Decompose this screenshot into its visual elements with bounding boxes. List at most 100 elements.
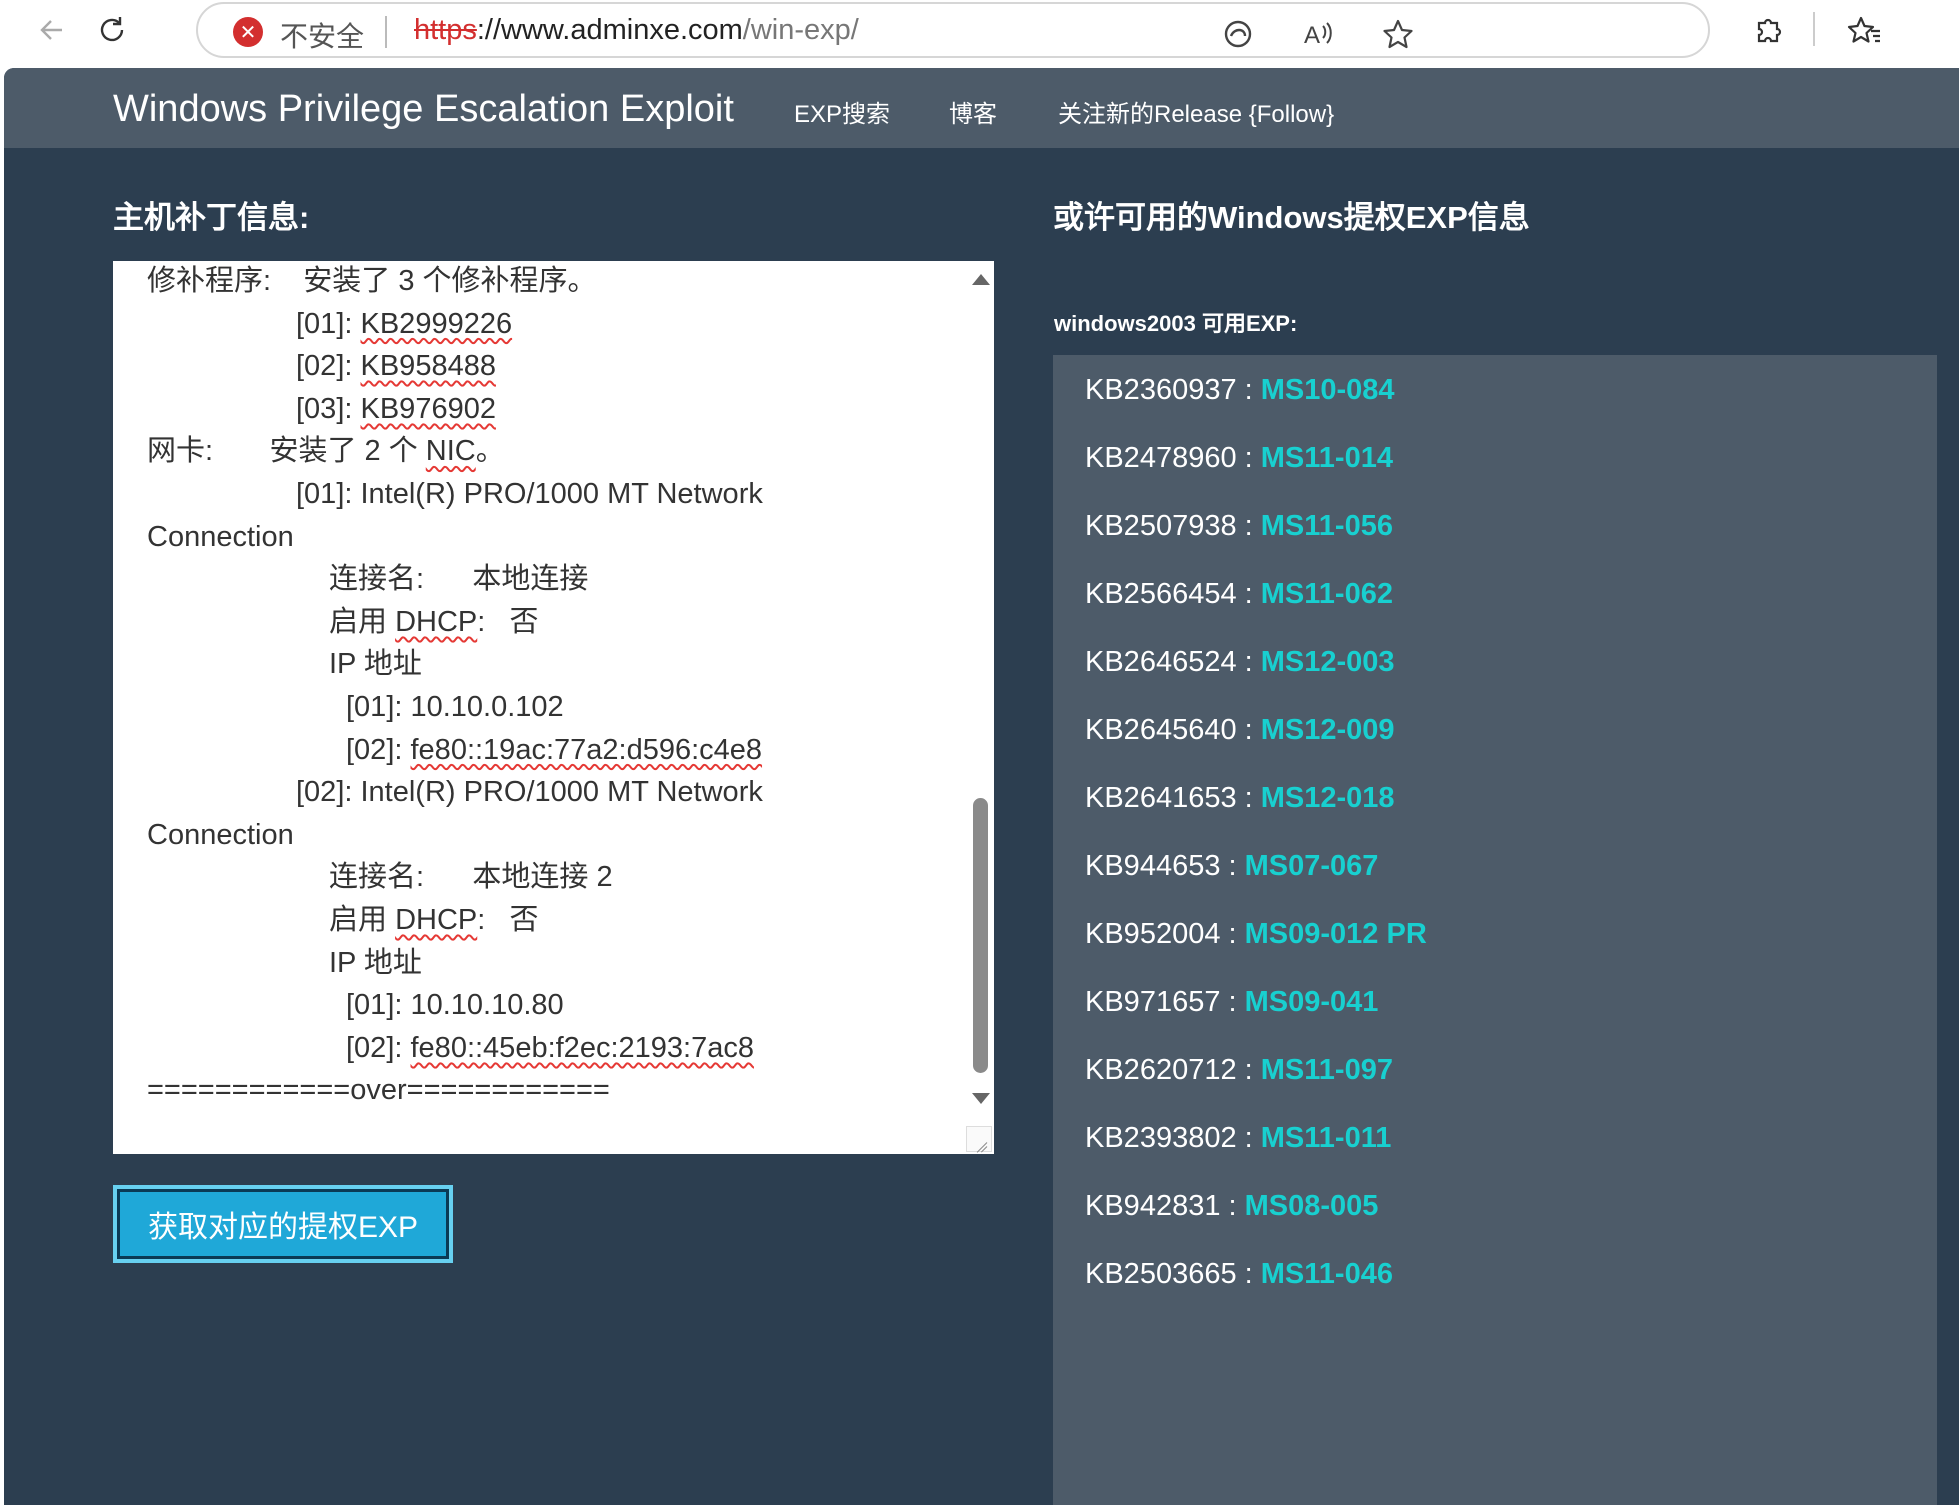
textarea-line: [01]: 10.10.0.102 <box>346 693 564 722</box>
textarea-line-text: 连接名: 本地连接 2 <box>329 861 613 894</box>
exp-kb-id: KB2478960 <box>1085 442 1237 474</box>
textarea-line: 修补程序: 安装了 3 个修补程序。 <box>147 267 597 296</box>
exp-separator: : <box>1236 442 1261 474</box>
exp-separator: : <box>1220 1190 1245 1222</box>
textarea-line-text: 安装了 2 个 <box>213 435 426 468</box>
textarea-line-text: 连接名: 本地连接 <box>329 563 589 596</box>
url-host: ://www.adminxe.com <box>476 14 743 46</box>
exp-kb-id: KB952004 <box>1085 918 1221 950</box>
exp-ms-link[interactable]: MS11-011 <box>1261 1122 1392 1154</box>
extensions-icon[interactable] <box>1748 10 1788 50</box>
site-brand[interactable]: Windows Privilege Escalation Exploit <box>113 88 734 131</box>
textarea-line: ============over============ <box>147 1076 610 1105</box>
exp-kb-id: KB2646524 <box>1085 646 1237 678</box>
textarea-line-text: : 否 <box>477 904 539 936</box>
exp-ms-link[interactable]: MS11-056 <box>1261 510 1393 542</box>
app-available-icon[interactable] <box>1218 14 1258 54</box>
back-button[interactable] <box>32 10 72 50</box>
nav-exp-search[interactable]: EXP搜索 <box>794 94 890 129</box>
exp-separator: : <box>1236 1054 1261 1086</box>
exp-ms-link[interactable]: MS11-014 <box>1261 442 1393 474</box>
exp-kb-id: KB2393802 <box>1085 1122 1237 1154</box>
os-exp-label: windows2003 可用EXP: <box>1054 311 1298 336</box>
patch-info-textarea[interactable]: 修补程序: 安装了 3 个修补程序。 [01]: KB2999226 [02]: K… <box>113 261 994 1154</box>
textarea-line: [02]: KB958488 <box>296 352 496 381</box>
textarea-line: [03]: KB976902 <box>296 392 496 425</box>
exp-ms-link[interactable]: MS12-018 <box>1261 782 1395 814</box>
textarea-line-text: [01]: <box>296 307 361 340</box>
exp-list-item: KB952004 : MS09-012 PR <box>1085 918 1427 951</box>
favorites-icon[interactable] <box>1845 10 1885 50</box>
textarea-line-text: fe80::45eb:f2ec:2193:7ac8 <box>410 1031 754 1064</box>
textarea-line: [02]: fe80::45eb:f2ec:2193:7ac8 <box>346 1031 754 1064</box>
textarea-line-text: ============over============ <box>147 1074 610 1107</box>
textarea-line-text: [02]: <box>296 350 361 383</box>
exp-ms-link[interactable]: MS11-046 <box>1261 1258 1393 1290</box>
textarea-line: [02]: fe80::19ac:77a2:d596:c4e8 <box>346 733 763 766</box>
exp-info-title: 或许可用的Windows提权EXP信息 <box>1053 200 1530 235</box>
exp-separator: : <box>1236 646 1261 678</box>
get-exp-button[interactable]: 获取对应的提权EXP <box>113 1185 453 1263</box>
textarea-line: Connection <box>147 520 294 553</box>
textarea-line-text: NIC <box>425 435 476 468</box>
textarea-line: IP 地址 <box>329 946 422 979</box>
favorite-star-icon[interactable] <box>1378 14 1418 54</box>
scroll-down-arrow-icon[interactable] <box>972 1093 990 1104</box>
exp-list-item: KB2507938 : MS11-056 <box>1085 510 1393 543</box>
not-secure-icon[interactable]: ✕ <box>233 17 263 47</box>
textarea-line-text: [01]: 10.10.10.80 <box>346 989 564 1022</box>
nav-blog[interactable]: 博客 <box>949 94 997 129</box>
textarea-scrollbar[interactable] <box>964 261 994 1154</box>
textarea-line-text: [03]: <box>296 392 361 425</box>
textarea-line-text: KB976902 <box>360 392 496 425</box>
exp-separator: : <box>1236 578 1261 610</box>
refresh-button[interactable] <box>92 10 132 50</box>
textarea-line-text: [02]: Intel(R) PRO/1000 MT Network <box>296 776 763 809</box>
textarea-line-text: DHCP <box>395 904 478 936</box>
nav-follow-release[interactable]: 关注新的Release {Follow} <box>1058 94 1334 129</box>
exp-ms-link[interactable]: MS11-062 <box>1261 578 1393 610</box>
exp-list-panel: KB2360937 : MS10-084 KB2478960 : MS11-014… <box>1053 355 1937 1505</box>
textarea-line: [02]: Intel(R) PRO/1000 MT Network <box>296 778 763 807</box>
exp-separator: : <box>1220 850 1245 882</box>
site-navbar: Windows Privilege Escalation Exploit EXP… <box>4 68 1959 148</box>
exp-ms-link[interactable]: MS10-084 <box>1261 374 1395 406</box>
textarea-line-text: KB2999226 <box>360 307 513 340</box>
textarea-line: Connection <box>147 820 294 850</box>
address-bar[interactable]: ✕ 不安全 https://www.adminxe.com/win-exp/ A <box>196 2 1710 58</box>
exp-ms-link[interactable]: MS12-003 <box>1261 646 1395 678</box>
textarea-line-text: : 否 <box>477 605 539 638</box>
exp-separator: : <box>1236 782 1261 814</box>
textarea-line-text: [01]: Intel(R) PRO/1000 MT Network <box>296 478 763 510</box>
exp-separator: : <box>1236 714 1261 746</box>
resize-grip-icon[interactable] <box>966 1126 992 1152</box>
exp-ms-link[interactable]: MS12-009 <box>1261 714 1395 746</box>
exp-ms-link[interactable]: MS07-067 <box>1245 850 1379 882</box>
url-text[interactable]: https://www.adminxe.com/win-exp/ <box>414 14 859 47</box>
exp-kb-id: KB2566454 <box>1085 578 1237 610</box>
textarea-line: IP 地址 <box>329 650 422 679</box>
textarea-line-text: fe80::19ac:77a2:d596:c4e8 <box>410 733 763 766</box>
exp-list-item: KB2566454 : MS11-062 <box>1085 578 1393 611</box>
svg-text:A: A <box>1304 22 1320 49</box>
scroll-up-arrow-icon[interactable] <box>972 274 990 285</box>
exp-ms-link[interactable]: MS09-041 <box>1245 986 1379 1018</box>
exp-ms-link[interactable]: MS08-005 <box>1245 1190 1379 1222</box>
exp-list-item: KB2360937 : MS10-084 <box>1085 374 1395 407</box>
textarea-line-text: Connection <box>147 520 294 553</box>
read-aloud-icon[interactable]: A <box>1298 14 1338 54</box>
exp-kb-id: KB971657 <box>1085 986 1221 1018</box>
exp-kb-id: KB2645640 <box>1085 714 1237 746</box>
textarea-line-label: 修补程序: <box>147 265 272 297</box>
exp-separator: : <box>1220 986 1245 1018</box>
textarea-line: [01]: KB2999226 <box>296 307 513 340</box>
exp-list-item: KB944653 : MS07-067 <box>1085 850 1378 883</box>
scroll-thumb[interactable] <box>973 798 988 1073</box>
textarea-line-text: IP 地址 <box>329 946 422 979</box>
not-secure-label[interactable]: 不安全 <box>280 15 364 55</box>
textarea-line-text: DHCP <box>395 605 478 638</box>
exp-ms-link[interactable]: MS09-012 PR <box>1245 918 1427 950</box>
refresh-icon <box>100 17 124 42</box>
exp-ms-link[interactable]: MS11-097 <box>1261 1054 1393 1086</box>
textarea-line-text: [02]: <box>346 733 411 766</box>
